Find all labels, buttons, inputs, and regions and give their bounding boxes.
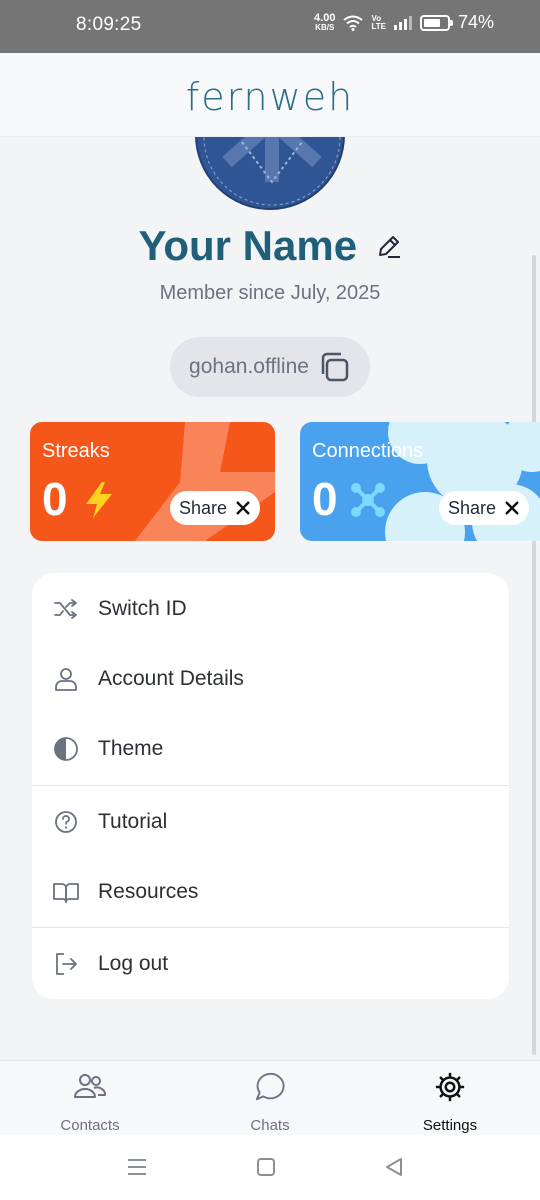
app-header: fernweh <box>0 53 540 137</box>
user-icon <box>55 668 77 691</box>
profile-name: Your Name <box>138 222 358 269</box>
volte-icon: Vo LTE <box>371 14 386 31</box>
user-id: gohan.offline <box>189 355 309 378</box>
book-open-icon <box>53 883 79 903</box>
battery-percent: 74% <box>457 12 494 32</box>
chat-bubble-icon <box>255 1072 285 1101</box>
menu-label-log-out: Log out <box>98 952 169 975</box>
net-speed: 4.00 KB/S <box>314 13 335 32</box>
copy-icon[interactable] <box>317 350 351 384</box>
member-since: Member since July, 2025 <box>159 282 381 304</box>
x-logo-icon <box>505 501 519 515</box>
status-time: 8:09:25 <box>76 14 142 35</box>
streaks-share-label: Share <box>178 497 228 518</box>
user-id-pill[interactable]: gohan.offline <box>170 337 370 397</box>
connections-share-button[interactable]: Share <box>439 491 529 525</box>
battery-icon <box>419 14 453 31</box>
nav-label-chats: Chats <box>250 1117 290 1134</box>
bottom-nav: Contacts Chats Settings <box>0 1060 540 1135</box>
menu-item-theme[interactable]: Theme <box>32 714 509 784</box>
menu-divider <box>32 927 509 928</box>
settings-gear-icon <box>435 1072 465 1102</box>
status-bar: 8:09:25 4.00 KB/S Vo LTE 74% <box>0 0 540 53</box>
shuffle-icon <box>54 599 77 619</box>
nav-label-contacts: Contacts <box>60 1117 120 1134</box>
menu-item-tutorial[interactable]: Tutorial <box>32 787 509 857</box>
menu-label-account-details: Account Details <box>98 667 244 690</box>
streaks-count: 0 <box>42 473 68 525</box>
menu-divider <box>32 785 509 786</box>
connections-title: Connections <box>312 440 424 462</box>
nav-settings[interactable]: Settings <box>390 1061 510 1136</box>
menu-item-switch-id[interactable]: Switch ID <box>32 574 509 644</box>
scrollbar[interactable] <box>532 255 536 1055</box>
contacts-icon <box>74 1074 106 1098</box>
recent-apps-icon[interactable] <box>126 1157 148 1177</box>
menu-item-log-out[interactable]: Log out <box>32 929 509 999</box>
streaks-title: Streaks <box>42 440 110 462</box>
app-logo: fernweh <box>185 74 355 119</box>
nav-label-settings: Settings <box>422 1117 478 1134</box>
wifi-icon <box>343 15 364 31</box>
streaks-share-button[interactable]: Share <box>170 491 260 525</box>
edit-pencil-icon[interactable] <box>376 233 402 259</box>
menu-label-theme: Theme <box>98 737 164 760</box>
back-icon[interactable] <box>384 1157 404 1177</box>
signal-icon <box>393 15 412 30</box>
log-out-icon <box>56 953 77 975</box>
status-icons: 4.00 KB/S Vo LTE 74% <box>314 12 494 33</box>
menu-label-switch-id: Switch ID <box>98 597 187 620</box>
settings-menu: Switch ID Account Details Theme Tutorial… <box>32 573 509 999</box>
network-nodes-icon <box>351 483 385 517</box>
nav-contacts[interactable]: Contacts <box>30 1061 150 1136</box>
menu-item-resources[interactable]: Resources <box>32 857 509 927</box>
x-logo-icon <box>236 501 250 515</box>
connections-count: 0 <box>312 473 338 525</box>
menu-label-resources: Resources <box>98 880 199 903</box>
contrast-icon <box>54 737 78 761</box>
connections-share-label: Share <box>447 497 497 518</box>
help-circle-icon <box>55 811 77 833</box>
home-icon[interactable] <box>256 1157 276 1177</box>
system-nav-bar <box>0 1135 540 1200</box>
menu-label-tutorial: Tutorial <box>98 810 168 833</box>
lightning-icon <box>86 482 112 518</box>
volte-bottom: LTE <box>371 21 386 31</box>
net-speed-unit: KB/S <box>315 23 335 32</box>
nav-chats[interactable]: Chats <box>210 1061 330 1136</box>
profile-name-row: Your Name <box>0 222 540 270</box>
menu-item-account-details[interactable]: Account Details <box>32 644 509 714</box>
